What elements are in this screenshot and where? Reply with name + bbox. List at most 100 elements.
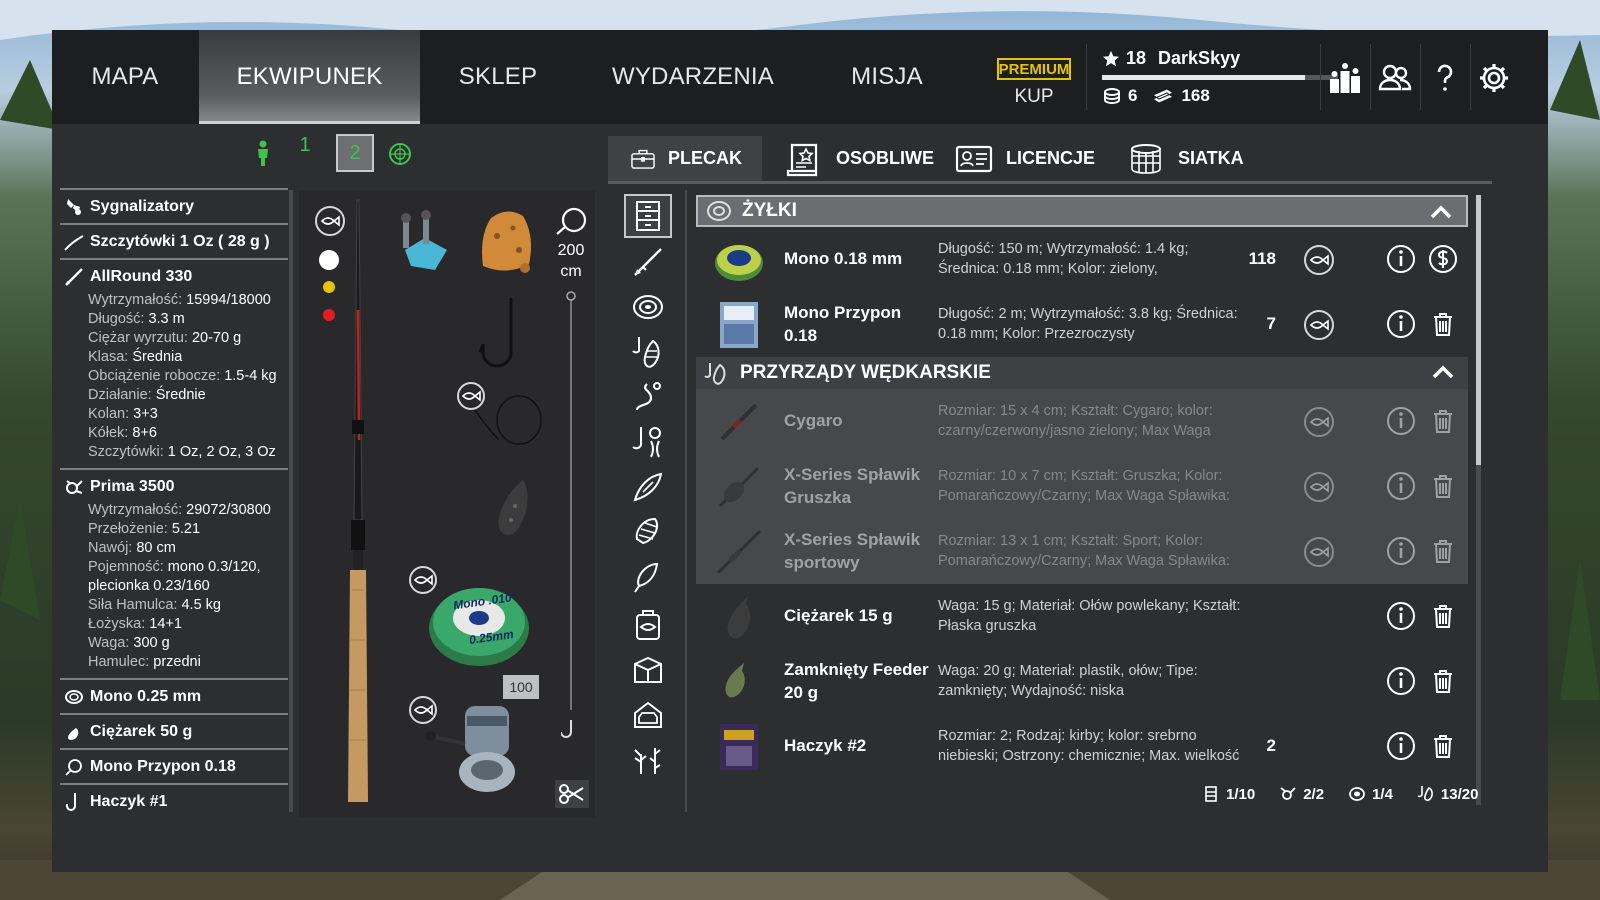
bite-indicator-red[interactable] <box>323 309 335 321</box>
equipment-details-panel: Sygnalizatory Szczytówki 1 Oz ( 28 g ) A… <box>60 188 288 818</box>
bait-icon <box>632 427 661 458</box>
category-rods-button[interactable] <box>624 240 672 284</box>
stat-label: Szczytówki: <box>88 444 164 460</box>
quiver-tips-section[interactable]: Szczytówki 1 Oz ( 28 g ) <box>60 223 288 258</box>
repair-button[interactable] <box>1304 537 1334 567</box>
leader-coil-item[interactable] <box>469 390 549 450</box>
preset-2-button[interactable]: 2 <box>336 134 374 172</box>
tab-licencje[interactable]: LICENCJE <box>932 136 1115 181</box>
info-icon[interactable] <box>1386 601 1416 631</box>
hook-item[interactable] <box>477 294 527 378</box>
inventory-item-row[interactable]: Haczyk #2 Rozmiar: 2; Rodzaj: kirby; kol… <box>696 714 1468 779</box>
fish-icon <box>1309 416 1329 428</box>
line-section[interactable]: Mono 0.25 mm <box>60 678 288 713</box>
reel-item[interactable] <box>425 696 537 800</box>
preset-1-button[interactable]: 1 <box>295 134 315 157</box>
fish-finder-icon[interactable] <box>388 142 412 166</box>
category-spoons-button[interactable] <box>624 555 672 599</box>
category-groundbait-button[interactable] <box>624 510 672 554</box>
item-name: Mono Przypon 0.18 <box>784 303 902 345</box>
trash-icon[interactable] <box>1428 601 1458 631</box>
category-misc-button[interactable] <box>624 737 672 781</box>
info-icon[interactable] <box>1386 309 1416 339</box>
scissors-button[interactable] <box>555 780 589 808</box>
info-icon[interactable] <box>1386 536 1416 566</box>
inventory-item-row[interactable]: Zamknięty Feeder 20 g Waga: 20 g; Materi… <box>696 649 1468 714</box>
item-description: Rozmiar: 15 x 4 cm; Kształt: Cygaro; kol… <box>938 403 1213 439</box>
info-icon[interactable] <box>1386 406 1416 436</box>
leaderboard-button[interactable] <box>1325 58 1365 98</box>
category-lures-button[interactable] <box>624 465 672 509</box>
nav-tab-misja[interactable]: MISJA <box>832 30 942 124</box>
category-vehicles-button[interactable] <box>624 692 672 736</box>
inventory-item-row[interactable]: Mono Przypon 0.18 Długość: 2 m; Wytrzyma… <box>696 292 1468 357</box>
sell-dollar-icon[interactable] <box>1428 244 1458 274</box>
premium-badge[interactable]: PREMIUM <box>997 58 1071 80</box>
category-tackle-button[interactable] <box>624 330 672 374</box>
chevron-up-icon[interactable] <box>1432 363 1454 381</box>
reel-section[interactable]: Prima 3500 Wytrzymałość: 29072/30800 Prze… <box>60 468 288 678</box>
sinker-section[interactable]: Ciężarek 50 g <box>60 713 288 748</box>
info-icon[interactable] <box>1386 244 1416 274</box>
category-bags-button[interactable] <box>624 602 672 646</box>
nav-tab-sklep[interactable]: SKLEP <box>432 30 564 124</box>
inventory-item-row-disabled[interactable]: X-Series Spławik sportowy Rozmiar: 13 x … <box>696 519 1468 584</box>
special-scroll-icon <box>786 143 818 176</box>
hook-section[interactable]: Haczyk #1 <box>60 783 288 818</box>
repair-button[interactable] <box>1304 407 1334 437</box>
settings-button[interactable] <box>1474 58 1514 98</box>
nav-tab-mapa[interactable]: MAPA <box>70 30 180 124</box>
sinker-item[interactable] <box>495 466 539 540</box>
rod-section[interactable]: AllRound 330 Wytrzymałość: 15994/18000 Dł… <box>60 258 288 468</box>
trash-icon[interactable] <box>1428 406 1458 436</box>
tab-siatka[interactable]: SIATKA <box>1104 136 1264 181</box>
stat-value: 3+3 <box>133 406 158 422</box>
bite-indicator-white[interactable] <box>319 250 339 270</box>
rod-image[interactable] <box>339 190 379 818</box>
inventory-item-row-disabled[interactable]: Cygaro Rozmiar: 15 x 4 cm; Kształt: Cyga… <box>696 389 1468 454</box>
help-button[interactable] <box>1425 58 1465 98</box>
line-spool-item[interactable] <box>427 578 537 668</box>
sinker-icon <box>68 723 79 740</box>
left-scrollbar[interactable] <box>289 190 293 812</box>
repair-button[interactable] <box>1304 245 1334 275</box>
repair-button[interactable] <box>1304 472 1334 502</box>
nav-tab-ekwipunek[interactable]: EKWIPUNEK <box>199 30 420 124</box>
trash-icon[interactable] <box>1428 666 1458 696</box>
inventory-item-row-disabled[interactable]: X-Series Spławik Gruszka Rozmiar: 10 x 7… <box>696 454 1468 519</box>
buy-premium-button[interactable]: KUP <box>997 86 1071 108</box>
info-icon[interactable] <box>1386 731 1416 761</box>
info-icon[interactable] <box>1386 666 1416 696</box>
category-leaders-button[interactable] <box>624 375 672 419</box>
inventory-scrollbar-thumb[interactable] <box>1476 195 1481 465</box>
hook-icon <box>66 792 76 811</box>
group-header-tackle[interactable]: PRZYRZĄDY WĘDKARSKIE <box>696 357 1468 389</box>
trash-icon[interactable] <box>1428 731 1458 761</box>
leader-section[interactable]: Mono Przypon 0.18 <box>60 748 288 783</box>
rig-setup-panel: 200 cm Mono .010" 0.25mm 100 <box>299 190 595 818</box>
inventory-item-row[interactable]: Ciężarek 15 g Waga: 15 g; Materiał: Ołów… <box>696 584 1468 649</box>
bite-alarm-item[interactable] <box>395 210 455 274</box>
star-icon <box>1102 50 1120 66</box>
group-header-lines[interactable]: ŻYŁKI <box>696 195 1468 227</box>
category-baits-button[interactable] <box>624 420 672 464</box>
category-boxes-button[interactable] <box>624 647 672 691</box>
trash-icon[interactable] <box>1428 471 1458 501</box>
trash-icon[interactable] <box>1428 536 1458 566</box>
reel-icon <box>66 479 83 494</box>
xp-progress-bar <box>1102 75 1338 80</box>
trash-icon[interactable] <box>1428 309 1458 339</box>
info-icon[interactable] <box>1386 471 1416 501</box>
bite-indicators-section[interactable]: Sygnalizatory <box>60 188 288 223</box>
friends-button[interactable] <box>1375 58 1415 98</box>
inventory-item-row[interactable]: Mono 0.18 mm Długość: 150 m; Wytrzymałoś… <box>696 227 1468 292</box>
tab-osobliwe[interactable]: OSOBLIWE <box>762 136 954 181</box>
groundbait-item[interactable] <box>475 206 537 276</box>
category-all-button[interactable] <box>624 194 672 238</box>
repair-button[interactable] <box>1304 310 1334 340</box>
bite-indicator-yellow[interactable] <box>323 281 335 293</box>
nav-tab-wydarzenia[interactable]: WYDARZENIA <box>597 30 789 124</box>
chevron-up-icon[interactable] <box>1430 203 1452 221</box>
tab-plecak[interactable]: PLECAK <box>608 136 762 181</box>
category-lines-button[interactable] <box>624 285 672 329</box>
